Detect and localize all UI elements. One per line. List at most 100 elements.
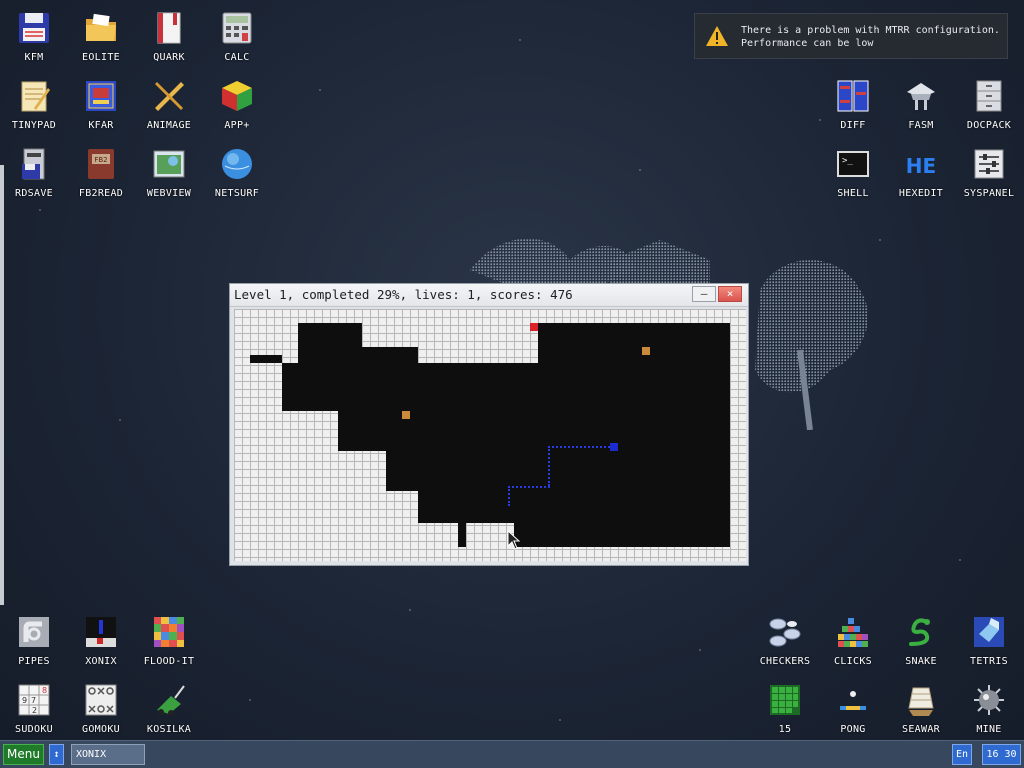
svg-text:>_: >_ — [842, 156, 853, 166]
window-titlebar[interactable]: Level 1, completed 29%, lives: 1, scores… — [230, 284, 748, 307]
icon-label: XONIX — [85, 656, 117, 667]
icon-label: 15 — [778, 724, 792, 735]
icon-label: TINYPAD — [11, 120, 57, 131]
diff-icon — [835, 78, 871, 114]
icon-label: PONG — [840, 724, 866, 735]
desktop-icon-syspanel[interactable]: SYSPANEL — [955, 142, 1023, 208]
minimize-button[interactable]: – — [692, 286, 716, 302]
desktop-icon-netsurf[interactable]: NETSURF — [203, 142, 271, 208]
close-button[interactable]: × — [718, 286, 742, 302]
taskbar-item-xonix[interactable]: XONIX — [71, 744, 145, 765]
desktop-icon-quark[interactable]: QUARK — [135, 6, 203, 72]
icon-label: KFAR — [88, 120, 114, 131]
captured-area — [338, 411, 730, 451]
xonix-icon — [83, 614, 119, 650]
svg-text:8: 8 — [42, 686, 47, 695]
left-edge-panel — [0, 165, 4, 605]
snake-icon — [903, 614, 939, 650]
icon-label: CLICKS — [834, 656, 872, 667]
clock[interactable]: 16 30 — [982, 744, 1021, 765]
desktop-icon-sudoku[interactable]: 972 8 SUDOKU — [0, 678, 68, 744]
desktop-icon-rdsave[interactable]: RDSAVE — [0, 142, 68, 208]
captured-area — [386, 451, 730, 491]
globe-icon — [219, 146, 255, 182]
terminal-icon: >_ — [835, 146, 871, 182]
desktop-icon-tinypad[interactable]: TINYPAD — [0, 74, 68, 140]
desktop-icon-gomoku[interactable]: GOMOKU — [67, 678, 135, 744]
desktop-icon-diff[interactable]: DIFF — [819, 74, 887, 140]
desktop-icon-eolite[interactable]: EOLITE — [67, 6, 135, 72]
desktop-icon-checkers[interactable]: CHECKERS — [751, 610, 819, 676]
mouse-cursor-icon — [507, 530, 521, 550]
icon-label: CALC — [224, 52, 250, 63]
icon-label: GOMOKU — [82, 724, 120, 735]
desktop-icon-seawar[interactable]: SEAWAR — [887, 678, 955, 744]
folder-icon — [83, 10, 119, 46]
menu-button[interactable]: Menu — [3, 744, 44, 765]
desktop-icon-kfar[interactable]: KFAR — [67, 74, 135, 140]
desktop-icon-calc[interactable]: CALC — [203, 6, 271, 72]
desktop-icon-fifteen[interactable]: 15 — [751, 678, 819, 744]
icon-label: RDSAVE — [15, 188, 53, 199]
mine-icon — [971, 682, 1007, 718]
svg-text:7: 7 — [31, 696, 36, 705]
trail-segment — [548, 446, 610, 450]
pipes-icon — [16, 614, 52, 650]
icon-label: ANIMAGE — [146, 120, 192, 131]
desktop-icon-fasm[interactable]: FASM — [887, 74, 955, 140]
desktop-icon-flood-it[interactable]: FLOOD-IT — [135, 610, 203, 676]
icon-label: PIPES — [18, 656, 50, 667]
icon-label: SYSPANEL — [963, 188, 1015, 199]
desktop-icon-app-plus[interactable]: APP+ — [203, 74, 271, 140]
icon-label: SUDOKU — [15, 724, 53, 735]
game-field[interactable] — [234, 309, 746, 561]
icon-label: KOSILKA — [146, 724, 192, 735]
desktop-icon-pong[interactable]: PONG — [819, 678, 887, 744]
fb2-book-icon: FB2 — [83, 146, 119, 182]
icon-label: FLOOD-IT — [143, 656, 195, 667]
mtrr-warning-notification[interactable]: There is a problem with MTRR configurati… — [694, 13, 1008, 59]
window-title: Level 1, completed 29%, lives: 1, scores… — [234, 287, 573, 302]
icon-label: EOLITE — [82, 52, 120, 63]
icon-label: QUARK — [153, 52, 185, 63]
svg-text:FB2: FB2 — [94, 156, 107, 164]
ruler-pencil-icon — [151, 78, 187, 114]
icon-label: FASM — [908, 120, 934, 131]
desktop-icon-hexedit[interactable]: HE HEXEDIT — [887, 142, 955, 208]
svg-text:HE: HE — [906, 154, 936, 178]
captured-area — [538, 323, 730, 363]
player-marker — [530, 323, 538, 331]
pong-icon — [835, 682, 871, 718]
enemy-ball — [402, 411, 410, 419]
tetris-icon — [971, 614, 1007, 650]
desktop-icon-clicks[interactable]: CLICKS — [819, 610, 887, 676]
trail-segment — [508, 486, 550, 490]
desktop-icon-animage[interactable]: ANIMAGE — [135, 74, 203, 140]
icon-label: KFM — [24, 52, 44, 63]
desktop-icon-tetris[interactable]: TETRIS — [955, 610, 1023, 676]
trail-segment — [548, 446, 552, 486]
icon-label: SHELL — [837, 188, 869, 199]
desktop-icon-shell[interactable]: >_ SHELL — [819, 142, 887, 208]
desktop-icon-kfm[interactable]: KFM — [0, 6, 68, 72]
desktop-icon-kosilka[interactable]: KOSILKA — [135, 678, 203, 744]
desktop-icon-pipes[interactable]: PIPES — [0, 610, 68, 676]
captured-area — [298, 347, 418, 363]
language-indicator[interactable]: En — [952, 744, 972, 765]
svg-text:2: 2 — [32, 706, 37, 715]
desktop-icon-docpack[interactable]: DOCPACK — [955, 74, 1023, 140]
xonix-window: Level 1, completed 29%, lives: 1, scores… — [229, 283, 749, 566]
icon-label: WEBVIEW — [146, 188, 192, 199]
desktop-icon-snake[interactable]: SNAKE — [887, 610, 955, 676]
desktop-icon-xonix[interactable]: XONIX — [67, 610, 135, 676]
clicks-icon — [835, 614, 871, 650]
desktop-icon-webview[interactable]: WEBVIEW — [135, 142, 203, 208]
task-switch-button[interactable]: ↕ — [49, 744, 64, 765]
desktop-icon-mine[interactable]: MINE — [955, 678, 1023, 744]
taskbar: Menu ↕ XONIX En 16 30 — [0, 740, 1024, 768]
trail-head — [610, 443, 618, 451]
desktop-icon-fb2read[interactable]: FB2 FB2READ — [67, 142, 135, 208]
icon-label: DIFF — [840, 120, 866, 131]
webview-icon — [151, 146, 187, 182]
captured-area — [458, 523, 466, 547]
